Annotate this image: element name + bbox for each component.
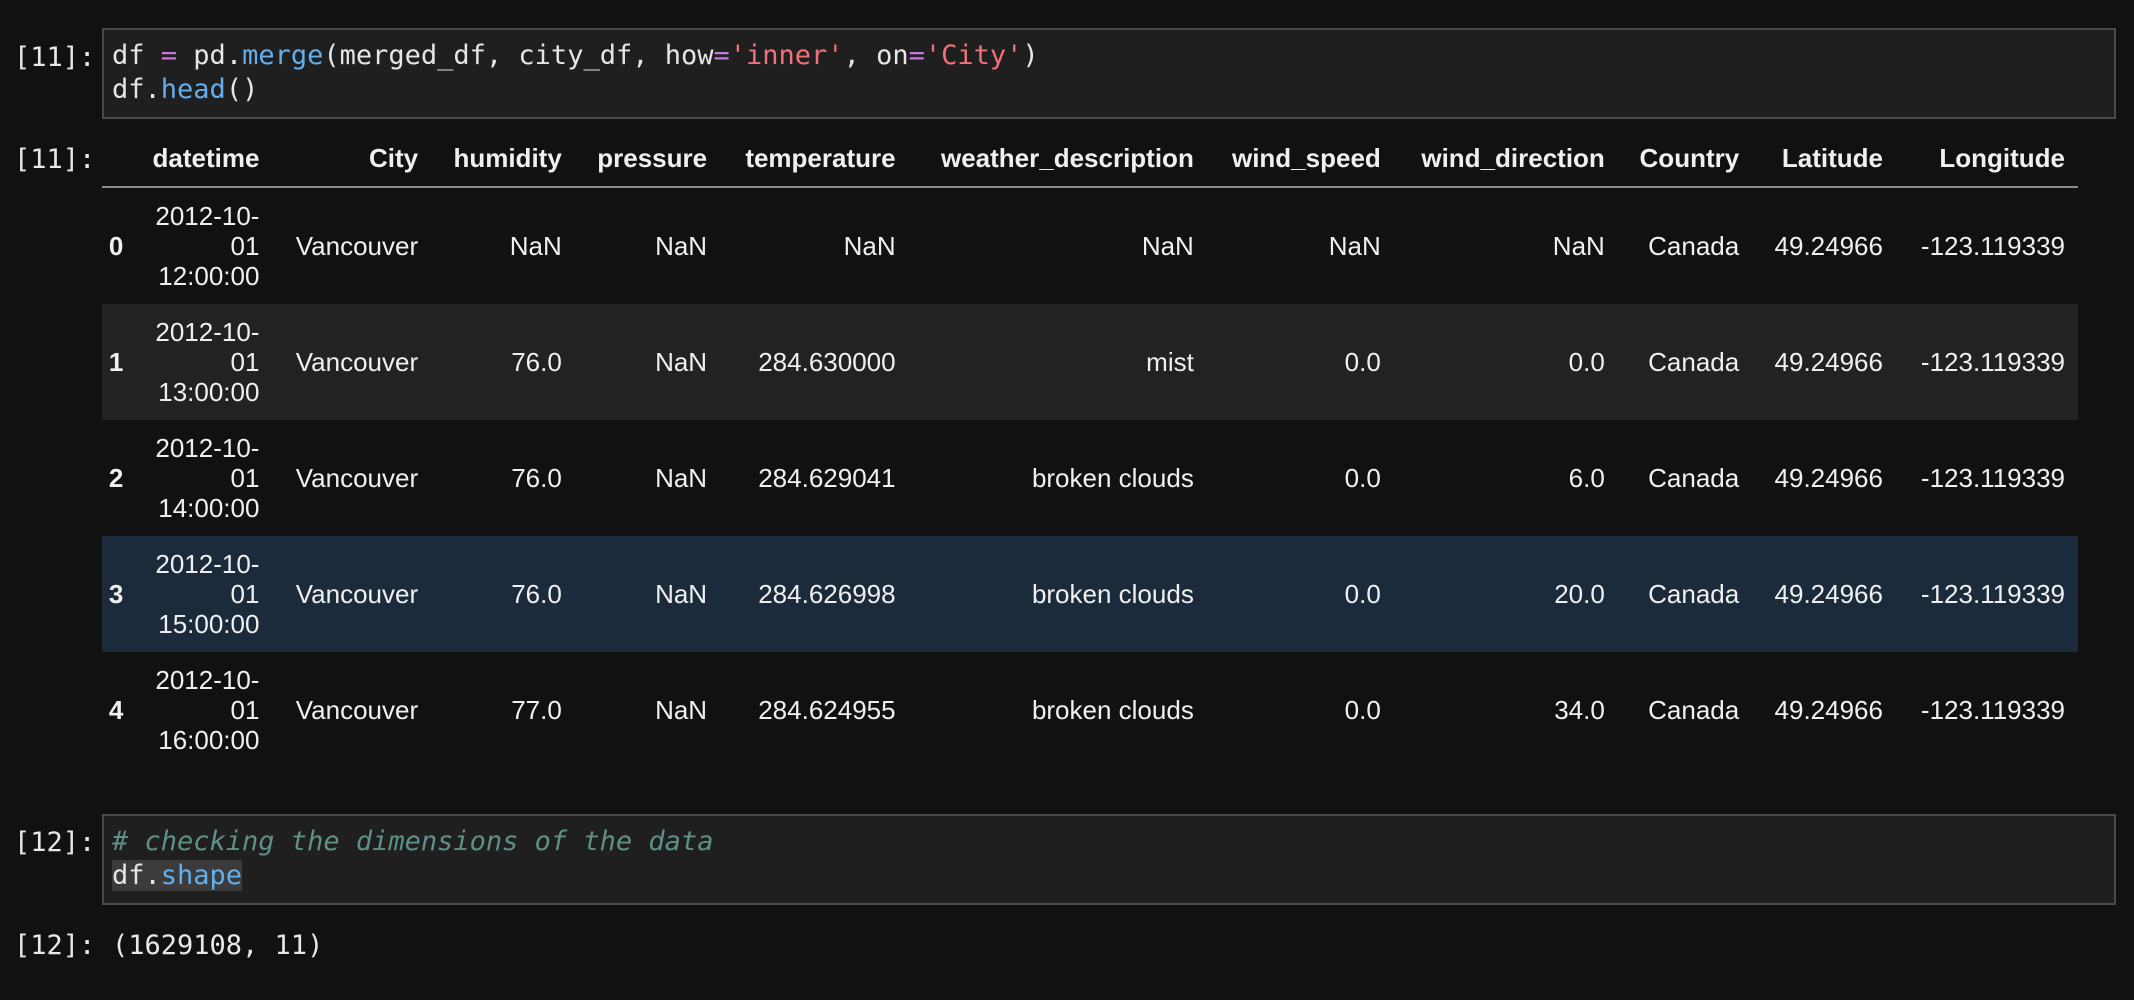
shape-output: (1629108, 11)	[112, 930, 324, 961]
table-cell: -123.119339	[1920, 579, 2065, 609]
table-row: 1 2012-10- 01 13:00:00 Vancouver 76.0 NaN 284…	[102, 304, 2078, 420]
table-cell: 2012-10- 01 15:00:00	[155, 549, 260, 639]
column-header: wind_speed	[1206, 130, 1394, 188]
table-cell: 284.626998	[758, 579, 896, 609]
code-comment: # checking the dimensions of the data	[112, 826, 714, 857]
output-prompt-11: [11]:	[14, 144, 96, 175]
table-cell: NaN	[655, 347, 708, 377]
table-cell: -123.119339	[1920, 231, 2065, 261]
table-header-row: datetime City humidity pressure temperature w…	[102, 130, 2078, 188]
table-cell: Canada	[1648, 695, 1740, 725]
table-cell: Canada	[1648, 463, 1740, 493]
table-cell: 2012-10- 01 13:00:00	[155, 317, 260, 407]
dataframe-table: datetime City humidity pressure temperature w…	[102, 130, 2078, 768]
row-index: 4	[108, 695, 124, 725]
table-cell: 76.0	[511, 579, 562, 609]
code-line-1: df = pd.merge(merged_df, city_df, how='i…	[112, 40, 1039, 71]
table-cell: NaN	[843, 231, 896, 261]
table-cell: NaN	[655, 231, 708, 261]
table-cell: 20.0	[1554, 579, 1605, 609]
row-index: 2	[108, 463, 124, 493]
table-cell: Canada	[1648, 579, 1740, 609]
table-cell: NaN	[1328, 231, 1381, 261]
table-cell: Vancouver	[295, 695, 419, 725]
table-cell: 49.24966	[1774, 463, 1883, 493]
table-cell: 77.0	[511, 695, 562, 725]
table-cell: 0.0	[1568, 347, 1605, 377]
table-cell: -123.119339	[1920, 347, 2065, 377]
table-row: 3 2012-10- 01 15:00:00 Vancouver 76.0 NaN 284…	[102, 536, 2078, 652]
table-cell: NaN	[655, 463, 708, 493]
output-prompt-12: [12]:	[14, 930, 96, 961]
column-header: temperature	[720, 130, 909, 188]
table-cell: Canada	[1648, 231, 1740, 261]
table-cell: Vancouver	[295, 463, 419, 493]
table-cell: 0.0	[1344, 579, 1381, 609]
column-header: Latitude	[1752, 130, 1896, 188]
table-cell: 284.624955	[758, 695, 896, 725]
table-cell: -123.119339	[1920, 463, 2065, 493]
table-cell: Vancouver	[295, 231, 419, 261]
table-cell: -123.119339	[1920, 695, 2065, 725]
row-index: 0	[108, 231, 124, 261]
input-prompt-12: [12]:	[14, 827, 96, 858]
table-cell: NaN	[655, 579, 708, 609]
column-header: wind_direction	[1393, 130, 1618, 188]
table-cell: broken clouds	[1031, 695, 1194, 725]
row-index: 3	[108, 579, 124, 609]
table-cell: 0.0	[1344, 463, 1381, 493]
column-header: humidity	[431, 130, 575, 188]
table-body: 0 2012-10- 01 12:00:00 Vancouver NaN NaN NaN N…	[102, 187, 2078, 768]
code-cell-11[interactable]: df = pd.merge(merged_df, city_df, how='i…	[102, 28, 2116, 119]
table-cell: 0.0	[1344, 695, 1381, 725]
column-header: weather_description	[908, 130, 1207, 188]
table-cell: 49.24966	[1774, 231, 1883, 261]
table-cell: broken clouds	[1031, 579, 1194, 609]
table-row: 2 2012-10- 01 14:00:00 Vancouver 76.0 NaN 284…	[102, 420, 2078, 536]
row-index: 1	[108, 347, 124, 377]
table-row: 0 2012-10- 01 12:00:00 Vancouver NaN NaN NaN N…	[102, 187, 2078, 304]
table-cell: broken clouds	[1031, 463, 1194, 493]
table-cell: 6.0	[1568, 463, 1605, 493]
table-cell: 2012-10- 01 12:00:00	[155, 201, 260, 291]
code-line-shape: df.shape	[112, 860, 243, 891]
table-cell: 284.629041	[758, 463, 896, 493]
table-cell: Vancouver	[295, 347, 419, 377]
table-cell: NaN	[655, 695, 708, 725]
column-header: Longitude	[1895, 130, 2078, 188]
index-header	[102, 130, 131, 188]
table-cell: 2012-10- 01 16:00:00	[155, 665, 260, 755]
column-header: pressure	[574, 130, 721, 188]
table-cell: 2012-10- 01 14:00:00	[155, 433, 260, 523]
table-row: 4 2012-10- 01 16:00:00 Vancouver 77.0 NaN 284…	[102, 652, 2078, 768]
code-cell-12[interactable]: # checking the dimensions of the data df…	[102, 814, 2116, 905]
table-cell: NaN	[1552, 231, 1605, 261]
table-cell: 49.24966	[1774, 579, 1883, 609]
input-prompt-11: [11]:	[14, 42, 96, 73]
column-header: datetime	[130, 130, 273, 188]
table-cell: NaN	[1141, 231, 1194, 261]
table-cell: 284.630000	[758, 347, 896, 377]
table-cell: mist	[1146, 347, 1194, 377]
table-cell: 49.24966	[1774, 347, 1883, 377]
table-cell: Vancouver	[295, 579, 419, 609]
table-cell: 0.0	[1344, 347, 1381, 377]
column-header: City	[272, 130, 432, 188]
table-cell: 76.0	[511, 347, 562, 377]
table-cell: Canada	[1648, 347, 1740, 377]
code-line-2: df.head()	[112, 74, 259, 105]
table-cell: 34.0	[1554, 695, 1605, 725]
table-cell: 76.0	[511, 463, 562, 493]
column-header: Country	[1617, 130, 1753, 188]
table-cell: NaN	[509, 231, 562, 261]
table-cell: 49.24966	[1774, 695, 1883, 725]
